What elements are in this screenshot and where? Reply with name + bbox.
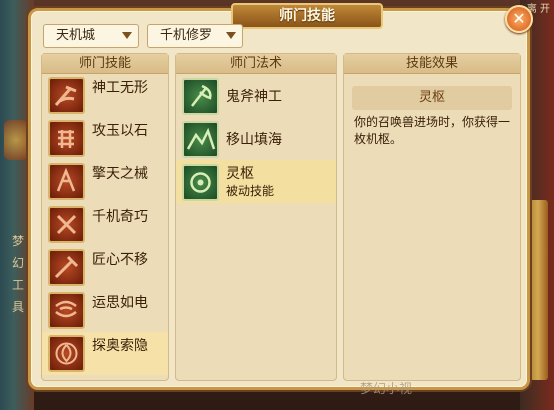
skill-label: 擎天之械 (92, 166, 148, 182)
skill-item-selected[interactable]: 探奥索隐 (42, 332, 168, 375)
pillar-decoration (528, 200, 548, 380)
skill-item[interactable]: 擎天之械 (42, 160, 168, 203)
background-sign-text: 梦幻工具 (12, 234, 25, 314)
art-item[interactable]: 移山填海 (176, 117, 336, 160)
art-item-selected[interactable]: 灵枢 被动技能 (176, 160, 336, 203)
hammer-icon (48, 77, 85, 114)
skill-label: 神工无形 (92, 80, 148, 96)
mountain-icon (182, 121, 219, 158)
arts-column: 师门法术 鬼斧神工 移山填海 灵枢 被动技能 (175, 53, 337, 381)
master-dropdown[interactable]: 千机修罗 (147, 24, 243, 48)
effect-column: 技能效果 灵枢 你的召唤兽进场时，你获得一枚机枢。 (343, 53, 521, 381)
craft-icon (48, 249, 85, 286)
skill-label: 攻玉以石 (92, 123, 148, 139)
spirit-icon (182, 164, 219, 201)
axe-icon (182, 78, 219, 115)
arts-column-header: 师门法术 (176, 54, 336, 74)
skill-label: 探奥索隐 (92, 338, 148, 354)
skill-label: 运思如电 (92, 295, 148, 311)
mechanism-icon (48, 163, 85, 200)
master-dropdown-value: 千机修罗 (160, 28, 213, 43)
close-icon: ✕ (512, 9, 526, 28)
art-label: 移山填海 (226, 132, 282, 148)
chevron-down-icon (226, 32, 236, 39)
art-item[interactable]: 鬼斧神工 (176, 74, 336, 117)
lantern-icon (4, 120, 28, 160)
skill-label: 千机奇巧 (92, 209, 148, 225)
effect-skill-name: 灵枢 (352, 86, 512, 110)
skill-item[interactable]: 运思如电 (42, 289, 168, 332)
skills-column: 师门技能 神工无形 攻玉以石 擎天之械 千机奇巧 匠心不移 运思如电 探奥索隐 (41, 53, 169, 381)
skill-item[interactable]: 神工无形 (42, 74, 168, 117)
art-sublabel: 被动技能 (226, 184, 275, 198)
swirl-icon (48, 292, 85, 329)
effect-column-header: 技能效果 (344, 54, 520, 74)
vortex-icon (48, 335, 85, 372)
window-title: 师门技能 (231, 3, 383, 29)
sect-dropdown[interactable]: 天机城 (43, 24, 139, 48)
skill-item[interactable]: 攻玉以石 (42, 117, 168, 160)
skill-item[interactable]: 匠心不移 (42, 246, 168, 289)
stone-icon (48, 120, 85, 157)
skill-item[interactable]: 千机奇巧 (42, 203, 168, 246)
sect-skills-panel: 师门技能 ✕ 天机城 千机修罗 师门技能 神工无形 攻玉以石 擎天之械 千机奇巧… (28, 3, 533, 390)
skill-label: 匠心不移 (92, 252, 148, 268)
watermark: 梦幻小视 (360, 382, 413, 397)
skills-column-header: 师门技能 (42, 54, 168, 74)
tools-icon (48, 206, 85, 243)
art-label: 鬼斧神工 (226, 89, 282, 105)
effect-description: 你的召唤兽进场时，你获得一枚机枢。 (354, 115, 511, 146)
close-button[interactable]: ✕ (505, 5, 533, 33)
art-label: 灵枢 (226, 166, 254, 182)
sect-dropdown-value: 天机城 (56, 28, 96, 43)
chevron-down-icon (122, 32, 132, 39)
